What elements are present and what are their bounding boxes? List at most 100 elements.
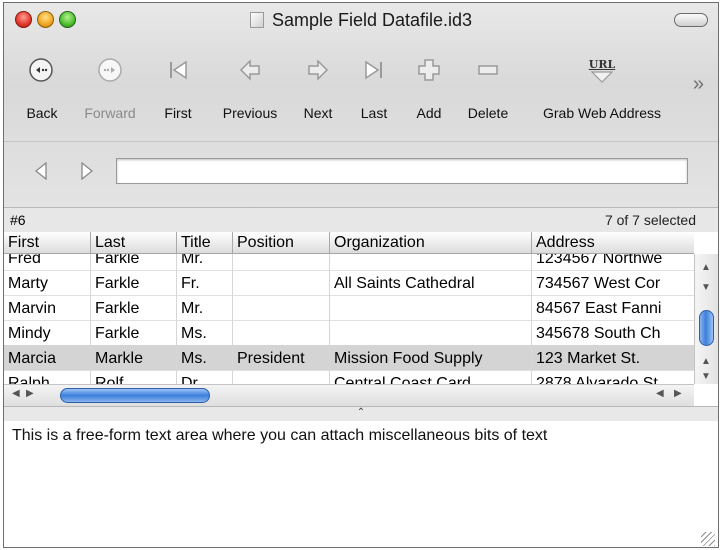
cell-last: Farkle: [91, 295, 177, 320]
cell-last: Farkle: [91, 270, 177, 295]
cell-title: Ms.: [177, 345, 233, 370]
cell-first: Marvin: [4, 295, 91, 320]
column-header-organization[interactable]: Organization: [330, 232, 532, 253]
records-table: First Last Title Position Organization A…: [4, 232, 718, 412]
last-record-icon: [354, 53, 394, 87]
url-download-icon: URL: [582, 53, 622, 87]
horizontal-scrollbar[interactable]: ◀ ▶ ◀ ▶: [4, 384, 694, 407]
previous-button[interactable]: [230, 53, 270, 87]
forward-icon: [90, 53, 130, 87]
status-bar: #6 7 of 7 selected: [4, 207, 718, 232]
cell-position: [233, 254, 330, 270]
selection-count: 7 of 7 selected: [604, 212, 696, 228]
cell-organization: [330, 320, 532, 345]
table-row[interactable]: Ralph Rolf Dr. Central Coast Card… 2878 …: [4, 370, 694, 384]
cell-title: Dr.: [177, 370, 233, 384]
toolbar-overflow-icon[interactable]: »: [693, 73, 704, 96]
notes-text-area[interactable]: This is a free-form text area where you …: [4, 421, 718, 547]
scroll-down-arrow-icon[interactable]: ▼: [701, 282, 711, 293]
field-value-input[interactable]: [116, 158, 688, 184]
cell-first: Marty: [4, 270, 91, 295]
next-button[interactable]: [298, 53, 338, 87]
column-header-last[interactable]: Last: [91, 232, 177, 253]
minus-icon: [468, 53, 508, 87]
scroll-left-arrow-icon[interactable]: ◀: [12, 388, 20, 399]
cell-last: Rolf: [91, 370, 177, 384]
cell-title: Mr.: [177, 254, 233, 270]
cell-address: 123 Market St.: [536, 350, 641, 367]
next-field-icon[interactable]: [80, 162, 94, 180]
add-button[interactable]: [409, 53, 449, 87]
scroll-left-arrow-icon[interactable]: ◀: [656, 388, 664, 399]
cell-title: Mr.: [177, 295, 233, 320]
scroll-down-arrow-icon[interactable]: ▼: [701, 371, 711, 382]
plus-icon: [409, 53, 449, 87]
table-row[interactable]: Marty Farkle Fr. All Saints Cathedral 73…: [4, 270, 694, 296]
cell-title: Fr.: [177, 270, 233, 295]
app-window: Sample Field Datafile.id3 Back Forward F…: [3, 2, 719, 548]
table-row[interactable]: Mindy Farkle Ms. 345678 South Ch: [4, 320, 694, 346]
vertical-scrollbar[interactable]: ▲ ▼ ▲ ▼: [694, 254, 718, 384]
next-label: Next: [303, 105, 333, 121]
cell-position: [233, 270, 330, 295]
cell-last: Farkle: [91, 254, 177, 270]
toolbar-toggle-button[interactable]: [674, 13, 708, 27]
delete-button[interactable]: [468, 53, 508, 87]
horizontal-scroll-thumb[interactable]: [60, 388, 210, 403]
cell-first: Fred: [4, 254, 91, 270]
document-icon: [249, 12, 264, 28]
cell-position: President: [233, 345, 330, 370]
back-button[interactable]: [21, 53, 61, 87]
pane-splitter[interactable]: ⌃: [4, 406, 718, 422]
forward-label: Forward: [84, 105, 136, 121]
previous-label: Previous: [222, 105, 278, 121]
cell-address: 1234567 Northwe: [536, 254, 663, 267]
cell-position: [233, 370, 330, 384]
forward-button[interactable]: [90, 53, 130, 87]
first-label: First: [164, 105, 192, 121]
scroll-up-arrow-icon[interactable]: ▲: [701, 262, 711, 273]
column-header-title[interactable]: Title: [177, 232, 233, 253]
column-header-position[interactable]: Position: [233, 232, 330, 253]
table-header: First Last Title Position Organization A…: [4, 232, 694, 254]
cell-address: 734567 West Cor: [536, 275, 661, 292]
record-number: #6: [10, 212, 26, 228]
notes-text: This is a free-form text area where you …: [12, 427, 548, 444]
cell-position: [233, 320, 330, 345]
scroll-right-arrow-icon[interactable]: ▶: [26, 388, 34, 399]
last-label: Last: [360, 105, 388, 121]
table-row[interactable]: Fred Farkle Mr. 1234567 Northwe: [4, 254, 694, 271]
window-title: Sample Field Datafile.id3: [271, 10, 473, 30]
back-icon: [21, 53, 61, 87]
scroll-up-arrow-icon[interactable]: ▲: [701, 356, 711, 367]
cell-last: Markle: [91, 345, 177, 370]
title-wrap: Sample Field Datafile.id3: [4, 10, 718, 31]
table-body: Fred Farkle Mr. 1234567 Northwe Marty Fa…: [4, 254, 694, 384]
table-row[interactable]: Marvin Farkle Mr. 84567 East Fanni: [4, 295, 694, 321]
toolbar: Back Forward First Previous Next Last Ad…: [4, 53, 718, 131]
back-label: Back: [26, 105, 58, 121]
url-badge: URL: [588, 57, 616, 71]
previous-field-icon[interactable]: [34, 162, 48, 180]
last-button[interactable]: [354, 53, 394, 87]
cell-position: [233, 295, 330, 320]
vertical-scroll-thumb[interactable]: [699, 310, 714, 346]
table-row-selected[interactable]: Marcia Markle Ms. President Mission Food…: [4, 345, 694, 371]
first-record-icon: [158, 53, 198, 87]
cell-organization: All Saints Cathedral: [330, 270, 532, 295]
cell-address: 345678 South Ch: [536, 325, 661, 342]
cell-title: Ms.: [177, 320, 233, 345]
cell-address: 84567 East Fanni: [536, 300, 662, 317]
column-header-first[interactable]: First: [4, 232, 91, 253]
cell-first: Marcia: [4, 345, 91, 370]
cell-last: Farkle: [91, 320, 177, 345]
column-header-address[interactable]: Address: [532, 232, 694, 253]
next-arrow-icon: [298, 53, 338, 87]
cell-organization: [330, 295, 532, 320]
previous-arrow-icon: [230, 53, 270, 87]
grab-web-address-label: Grab Web Address: [542, 105, 662, 121]
scroll-right-arrow-icon[interactable]: ▶: [674, 388, 682, 399]
grab-web-address-button[interactable]: URL: [582, 53, 622, 87]
first-button[interactable]: [158, 53, 198, 87]
resize-grip-icon[interactable]: [701, 532, 715, 546]
